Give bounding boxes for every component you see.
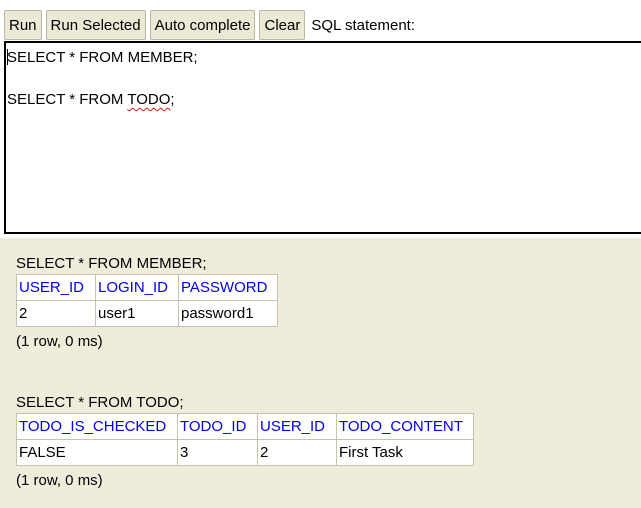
editor-line-1: SELECT * FROM MEMBER;	[7, 47, 640, 68]
clear-button[interactable]: Clear	[259, 10, 306, 40]
column-header[interactable]: TODO_ID	[177, 413, 258, 440]
sql-editor[interactable]: SELECT * FROM MEMBER; SELECT * FROM TODO…	[4, 41, 641, 234]
editor-line-3-text: SELECT * FROM	[7, 91, 128, 108]
column-header[interactable]: LOGIN_ID	[95, 274, 179, 301]
run-button[interactable]: Run	[4, 10, 42, 40]
table-cell: password1	[178, 300, 278, 327]
result-block-1: SELECT * FROM MEMBER; USER_ID LOGIN_ID P…	[16, 254, 278, 351]
editor-line-3-suffix: ;	[170, 91, 175, 108]
table-cell: user1	[95, 300, 179, 327]
sql-statement-label: SQL statement:	[311, 16, 416, 34]
table-cell: 3	[177, 439, 258, 466]
result-statement: SELECT * FROM TODO;	[16, 394, 184, 411]
toolbar: Run Run Selected Auto complete Clear SQL…	[4, 10, 415, 40]
editor-line-3: SELECT * FROM TODO;	[7, 89, 640, 110]
editor-line-1-text: SELECT * FROM MEMBER;	[7, 49, 198, 66]
result-meta: (1 row, 0 ms)	[16, 333, 103, 350]
editor-line-2	[7, 68, 640, 89]
table-header-row: USER_ID LOGIN_ID PASSWORD	[16, 274, 278, 301]
column-header[interactable]: USER_ID	[16, 274, 96, 301]
column-header[interactable]: TODO_CONTENT	[336, 413, 474, 440]
result-statement: SELECT * FROM MEMBER;	[16, 255, 207, 272]
auto-complete-button[interactable]: Auto complete	[149, 10, 256, 40]
table-header-row: TODO_IS_CHECKED TODO_ID USER_ID TODO_CON…	[16, 413, 474, 440]
table-cell: 2	[16, 300, 96, 327]
result-meta: (1 row, 0 ms)	[16, 472, 103, 489]
table-cell: FALSE	[16, 439, 178, 466]
result-table: USER_ID LOGIN_ID PASSWORD 2 user1 passwo…	[16, 274, 278, 327]
run-selected-button[interactable]: Run Selected	[45, 10, 146, 40]
top-panel: Run Run Selected Auto complete Clear SQL…	[0, 0, 641, 238]
result-block-2: SELECT * FROM TODO; TODO_IS_CHECKED TODO…	[16, 393, 474, 490]
table-cell: 2	[257, 439, 337, 466]
misspelled-word: TODO	[127, 91, 171, 108]
table-row: 2 user1 password1	[16, 300, 278, 327]
column-header[interactable]: PASSWORD	[178, 274, 278, 301]
table-row: FALSE 3 2 First Task	[16, 439, 474, 466]
column-header[interactable]: USER_ID	[257, 413, 337, 440]
result-table: TODO_IS_CHECKED TODO_ID USER_ID TODO_CON…	[16, 413, 474, 466]
column-header[interactable]: TODO_IS_CHECKED	[16, 413, 178, 440]
table-cell: First Task	[336, 439, 474, 466]
